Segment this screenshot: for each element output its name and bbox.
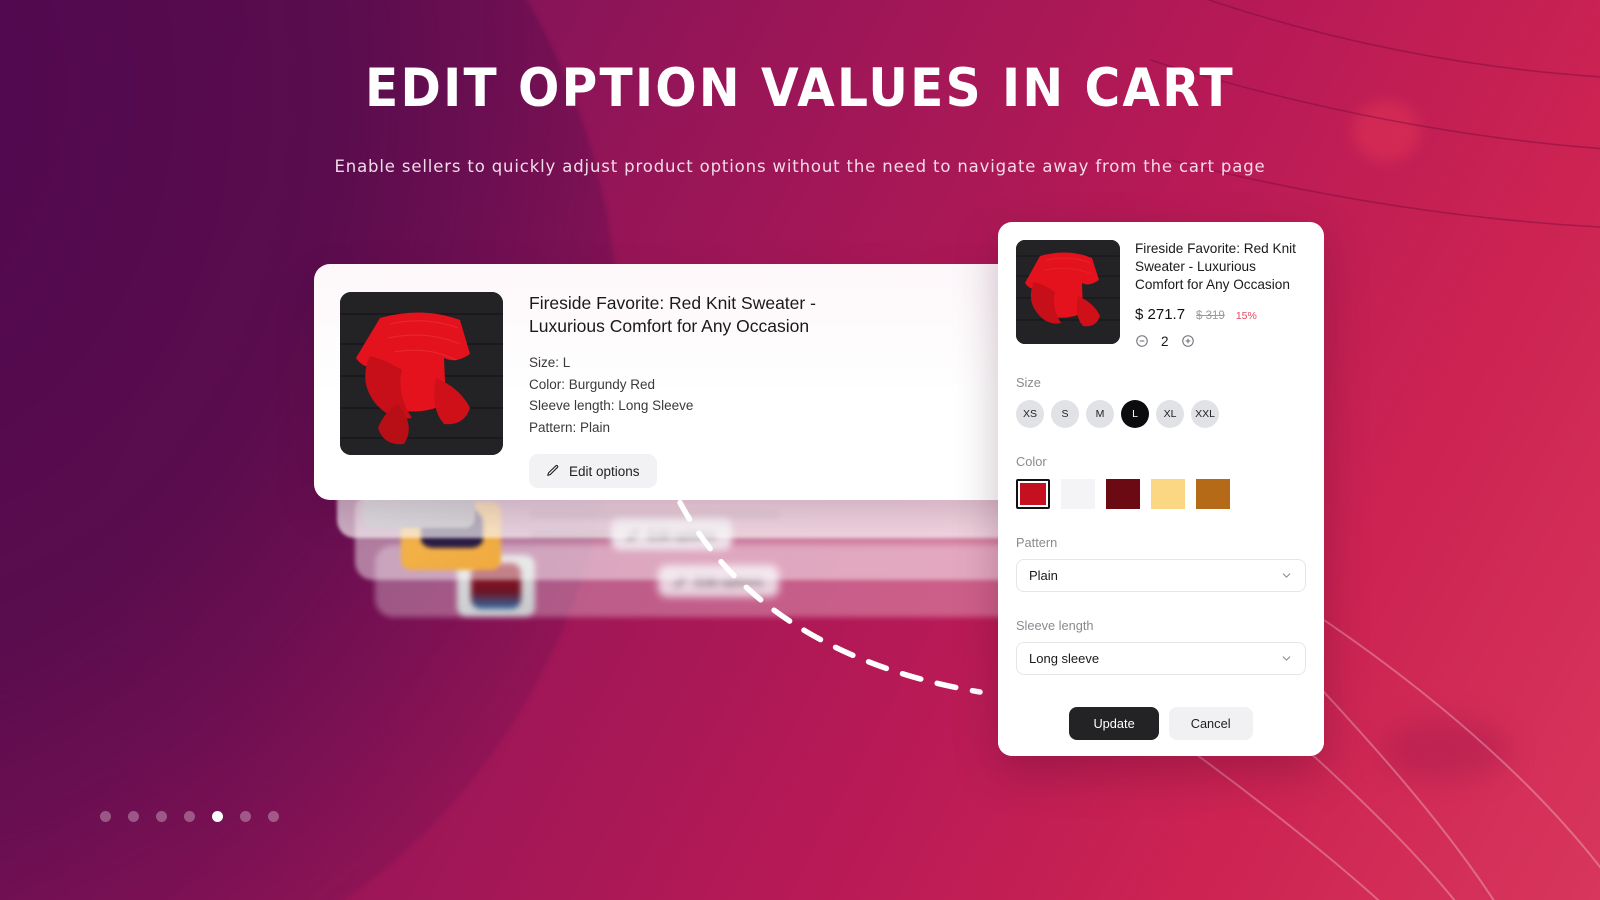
update-button[interactable]: Update — [1069, 706, 1159, 740]
size-chip-s[interactable]: S — [1051, 399, 1079, 428]
size-chip-list: XS S M L XL XXL — [1016, 399, 1306, 428]
modal-discount-badge: 15% — [1235, 309, 1257, 322]
modal-scroll-area[interactable]: Fireside Favorite: Red Knit Sweater - Lu… — [998, 222, 1324, 690]
chevron-down-icon — [1282, 655, 1291, 661]
edit-options-button[interactable]: Edit options — [529, 454, 657, 488]
sweater-image — [340, 292, 503, 455]
plus-circle-icon[interactable] — [1181, 334, 1195, 348]
sleeve-length-select[interactable]: Long sleeve — [1016, 641, 1306, 675]
size-chip-xxl[interactable]: XXL — [1191, 399, 1219, 428]
page-subtitle: Enable sellers to quickly adjust product… — [334, 157, 1266, 176]
sleeve-length-select-value: Long sleeve — [1029, 650, 1100, 666]
size-chip-m[interactable]: M — [1086, 399, 1114, 428]
product-thumbnail[interactable] — [340, 292, 503, 455]
color-label: Color — [1016, 453, 1047, 469]
color-swatch-brown-fill — [1196, 478, 1230, 509]
color-swatch-red[interactable] — [1016, 478, 1050, 509]
modal-product-header: Fireside Favorite: Red Knit Sweater - Lu… — [1016, 240, 1306, 349]
color-swatch-yellow-fill — [1151, 478, 1185, 509]
modal-quantity-value: 2 — [1161, 333, 1169, 349]
size-label: Size — [1016, 374, 1041, 390]
minus-circle-icon[interactable] — [1135, 334, 1149, 348]
pattern-option-group: Pattern Plain — [1016, 535, 1306, 592]
page-title: EDIT OPTION VALUES IN CART — [365, 58, 1235, 119]
carousel-dot-2[interactable] — [128, 811, 139, 822]
cart-line-item-card: Fireside Favorite: Red Knit Sweater - Lu… — [314, 264, 1114, 500]
modal-quantity-stepper[interactable]: 2 — [1135, 334, 1306, 349]
background-blob-dark — [1380, 720, 1510, 780]
color-swatch-white-fill — [1061, 478, 1095, 509]
modal-footer: Update Cancel — [998, 690, 1324, 756]
color-swatch-burgundy[interactable] — [1106, 478, 1140, 509]
product-title: Fireside Favorite: Red Knit Sweater - Lu… — [529, 293, 816, 336]
modal-product-thumbnail[interactable] — [1016, 240, 1120, 344]
chevron-down-icon — [1282, 572, 1291, 578]
color-swatch-white[interactable] — [1061, 478, 1095, 509]
carousel-dot-4[interactable] — [184, 811, 195, 822]
slide-canvas: EDIT OPTION VALUES IN CART Enable seller… — [0, 0, 1600, 900]
color-swatch-brown[interactable] — [1196, 478, 1230, 509]
color-swatch-red-fill — [1020, 482, 1046, 505]
modal-product-title: Fireside Favorite: Red Knit Sweater - Lu… — [1135, 241, 1296, 293]
pattern-select[interactable]: Plain — [1016, 558, 1306, 592]
pattern-select-value: Plain — [1029, 567, 1058, 583]
sleeve-length-option-group: Sleeve length Long sleeve — [1016, 618, 1306, 675]
carousel-dot-6[interactable] — [240, 811, 251, 822]
color-swatch-list — [1016, 478, 1306, 509]
modal-compare-at-price: $ 319 — [1196, 309, 1225, 322]
pattern-label: Pattern — [1016, 534, 1058, 550]
edit-options-modal: Fireside Favorite: Red Knit Sweater - Lu… — [998, 222, 1324, 756]
sweater-image — [1016, 240, 1120, 344]
size-chip-xl[interactable]: XL — [1156, 399, 1184, 428]
modal-price-row: $ 271.7 $ 319 15% — [1135, 306, 1306, 323]
color-option-group: Color — [1016, 454, 1306, 509]
carousel-dot-1[interactable] — [100, 811, 111, 822]
size-option-group: Size XS S M L XL XXL — [1016, 375, 1306, 428]
modal-price: $ 271.7 — [1135, 305, 1186, 323]
cancel-button[interactable]: Cancel — [1168, 706, 1253, 740]
pencil-icon — [547, 464, 559, 476]
edit-options-button-label: Edit options — [569, 463, 640, 479]
carousel-dot-7[interactable] — [268, 811, 279, 822]
carousel-dot-3[interactable] — [156, 811, 167, 822]
carousel-dots — [100, 811, 279, 822]
color-swatch-yellow[interactable] — [1151, 478, 1185, 509]
color-swatch-burgundy-fill — [1106, 478, 1140, 509]
sleeve-length-label: Sleeve length — [1016, 617, 1094, 633]
size-chip-l[interactable]: L — [1121, 399, 1149, 428]
size-chip-xs[interactable]: XS — [1016, 399, 1044, 428]
carousel-dot-5[interactable] — [212, 811, 223, 822]
